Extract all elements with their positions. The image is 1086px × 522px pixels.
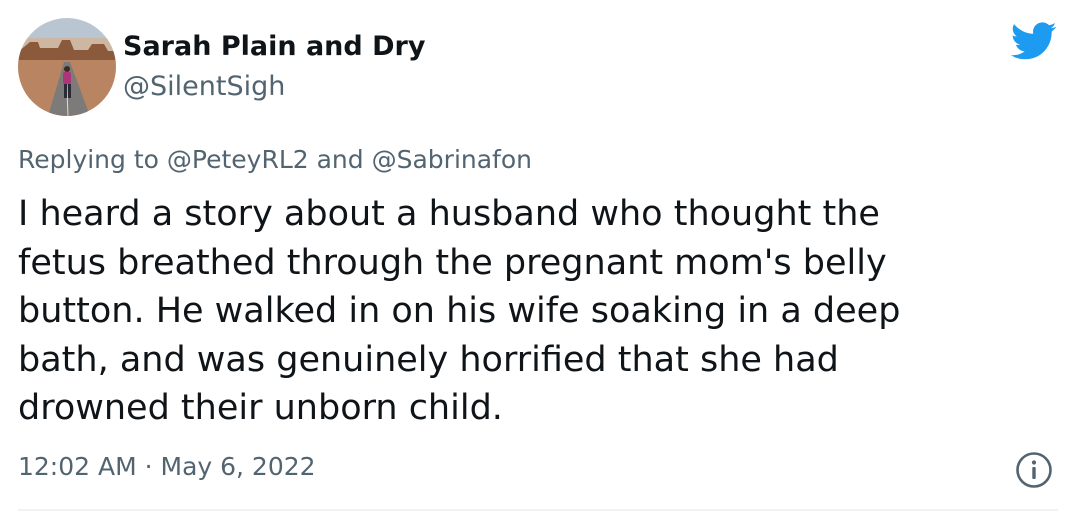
avatar[interactable] — [18, 18, 116, 116]
mention-link-sabrinafon[interactable]: @Sabrinafon — [372, 145, 532, 174]
author-handle[interactable]: @SilentSigh — [123, 70, 285, 104]
tweet-text-line: button. He walked in on his wife soaking… — [18, 291, 901, 331]
replying-to-joiner: and — [316, 145, 364, 174]
tweet-card: Sarah Plain and Dry @SilentSigh Replying… — [0, 0, 1086, 522]
tweet-timestamp[interactable]: 12:02 AM · May 6, 2022 — [18, 450, 316, 484]
replying-to-line: Replying to @PeteyRL2 and @Sabrinafon — [18, 143, 532, 177]
tweet-text-line: I heard a story about a husband who thou… — [18, 194, 880, 234]
twitter-bird-icon[interactable] — [1009, 22, 1057, 62]
divider — [18, 509, 1058, 511]
tweet-body: I heard a story about a husband who thou… — [18, 190, 1068, 433]
tweet-text-line: bath, and was genuinely horrified that s… — [18, 339, 839, 380]
avatar-photo — [18, 18, 116, 116]
info-icon[interactable] — [1014, 450, 1054, 490]
tweet-text-line: drowned their unborn child. — [18, 388, 503, 428]
replying-to-label: Replying to — [18, 145, 159, 174]
mention-link-peteyrl2[interactable]: @PeteyRL2 — [167, 145, 309, 174]
tweet-text-line: fetus breathed through the pregnant mom'… — [18, 242, 887, 283]
author-display-name[interactable]: Sarah Plain and Dry — [123, 30, 425, 64]
